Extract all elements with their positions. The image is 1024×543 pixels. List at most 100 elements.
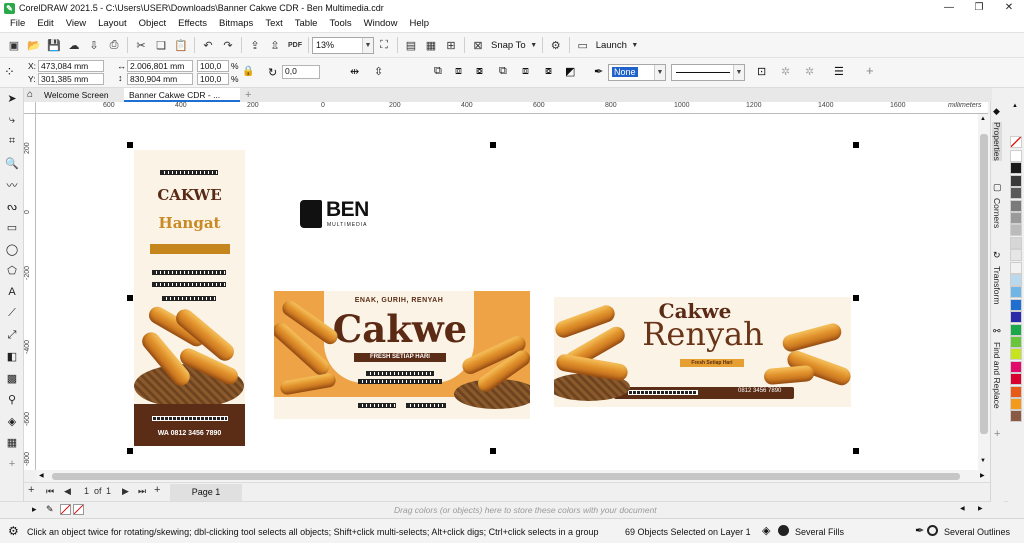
color-swatch[interactable] bbox=[1010, 224, 1022, 237]
outline-pen-icon[interactable]: ✒ bbox=[594, 65, 603, 78]
color-swatch[interactable] bbox=[1010, 311, 1022, 324]
launch-icon[interactable]: ▭ bbox=[573, 35, 593, 55]
menu-view[interactable]: View bbox=[60, 16, 92, 32]
combine-icon[interactable]: ⧉ bbox=[499, 65, 507, 78]
selection-handle[interactable] bbox=[853, 448, 859, 454]
scroll-up-icon[interactable]: ▲ bbox=[980, 116, 986, 122]
horizontal-scroll-thumb[interactable] bbox=[52, 473, 960, 480]
x-position-field[interactable]: 473,084 mm bbox=[38, 60, 104, 72]
new-document-icon[interactable]: ▣ bbox=[4, 35, 24, 55]
color-swatch[interactable] bbox=[1010, 261, 1022, 274]
redo-icon[interactable]: ↷ bbox=[218, 35, 238, 55]
print-icon[interactable]: ⎙ bbox=[104, 35, 124, 55]
save-icon[interactable]: 💾 bbox=[44, 35, 64, 55]
color-swatch[interactable] bbox=[1010, 212, 1022, 224]
ben-multimedia-logo[interactable]: BEN MULTIMEDIA bbox=[300, 198, 392, 232]
color-swatch[interactable] bbox=[1010, 410, 1022, 423]
weld-icon[interactable]: ⧇ bbox=[545, 65, 552, 78]
first-page-icon[interactable]: ⏮ bbox=[46, 486, 54, 497]
undo-icon[interactable]: ↶ bbox=[198, 35, 218, 55]
menu-object[interactable]: Object bbox=[133, 16, 172, 32]
last-page-icon[interactable]: ⏭ bbox=[138, 486, 146, 497]
docker-tab-find-replace[interactable]: Find and Replace bbox=[992, 342, 1002, 409]
scroll-right-icon[interactable]: ▶ bbox=[980, 472, 985, 479]
color-swatch-none[interactable] bbox=[1010, 136, 1022, 148]
open-folder-icon[interactable]: 📂 bbox=[24, 35, 44, 55]
connector-tool-icon[interactable]: ⤢ bbox=[0, 325, 24, 347]
cakwe-banner-two[interactable]: Cakwe Renyah Fresh Setiap Hari 0812 3456… bbox=[554, 297, 851, 407]
shape-tool-icon[interactable]: ⤷ bbox=[0, 110, 24, 132]
page-tab-1[interactable]: Page 1 bbox=[170, 484, 242, 501]
horizontal-ruler[interactable]: 600 400 200 0 200 400 600 800 1000 1200 … bbox=[36, 102, 988, 114]
fill-icon[interactable]: ◈ bbox=[762, 524, 770, 537]
menu-layout[interactable]: Layout bbox=[92, 16, 133, 32]
full-screen-icon[interactable]: ▤ bbox=[401, 35, 421, 55]
zoom-level-combo[interactable]: 13% ▼ bbox=[312, 36, 374, 54]
zoom-tool-icon[interactable]: 🔍 bbox=[0, 153, 24, 175]
eyedropper-icon[interactable]: ✎ bbox=[46, 504, 54, 515]
cloud-download-icon[interactable]: ⇩ bbox=[84, 35, 104, 55]
color-swatch[interactable] bbox=[1010, 162, 1022, 175]
status-settings-icon[interactable]: ⚙ bbox=[8, 524, 19, 538]
import-icon[interactable]: ⇪ bbox=[245, 35, 265, 55]
launch-button[interactable]: Launch bbox=[593, 40, 630, 51]
color-swatch[interactable] bbox=[1010, 298, 1022, 311]
selection-handle[interactable] bbox=[127, 142, 133, 148]
docker-tab-transform[interactable]: Transform bbox=[992, 266, 1002, 304]
menu-tools[interactable]: Tools bbox=[323, 16, 357, 32]
group-icon[interactable]: ⧉ bbox=[434, 65, 442, 78]
horizontal-scrollbar[interactable]: ◀ ▶ bbox=[36, 470, 990, 482]
tab-welcome-screen[interactable]: Welcome Screen bbox=[26, 88, 122, 102]
minimize-button[interactable]: — bbox=[934, 0, 964, 16]
scroll-left-icon[interactable]: ◀ bbox=[960, 505, 965, 512]
scale-height-field[interactable]: 100,0 bbox=[197, 73, 229, 85]
export-icon[interactable]: ⇫ bbox=[265, 35, 285, 55]
menu-edit[interactable]: Edit bbox=[31, 16, 59, 32]
ungroup-icon[interactable]: ⧈ bbox=[455, 65, 462, 78]
freehand-tool-icon[interactable]: 〰 bbox=[0, 174, 24, 196]
chevron-down-icon[interactable]: ▼ bbox=[362, 37, 373, 53]
menu-window[interactable]: Window bbox=[358, 16, 404, 32]
object-origin-icon[interactable]: ⁘ bbox=[4, 64, 15, 80]
paste-icon[interactable]: 📋 bbox=[171, 35, 191, 55]
mirror-horizontal-icon[interactable]: ⇹ bbox=[350, 65, 359, 78]
vertical-ruler[interactable]: 200 0 -200 -400 -600 -800 bbox=[24, 114, 36, 470]
tab-banner-cakwe[interactable]: Banner Cakwe CDR - ... bbox=[124, 88, 240, 102]
previous-page-icon[interactable]: ◀ bbox=[64, 486, 71, 497]
color-swatch[interactable] bbox=[1010, 150, 1022, 162]
copy-icon[interactable]: ❏ bbox=[151, 35, 171, 55]
chevron-down-icon[interactable]: ▼ bbox=[529, 35, 539, 55]
selection-handle[interactable] bbox=[853, 295, 859, 301]
color-swatch[interactable] bbox=[1010, 398, 1022, 410]
color-swatch[interactable] bbox=[1010, 286, 1022, 299]
color-swatch[interactable] bbox=[1010, 236, 1022, 249]
color-swatch[interactable] bbox=[1010, 174, 1022, 187]
selection-handle[interactable] bbox=[127, 295, 133, 301]
color-swatch[interactable] bbox=[1010, 274, 1022, 286]
color-swatch[interactable] bbox=[1010, 373, 1022, 386]
chevron-down-icon[interactable]: ▼ bbox=[733, 65, 744, 80]
width-field[interactable]: 2.006,801 mm bbox=[127, 60, 193, 72]
show-guides-icon[interactable]: ⊞ bbox=[441, 35, 461, 55]
restore-button[interactable]: ❐ bbox=[964, 0, 994, 16]
smart-fill-icon[interactable]: ▦ bbox=[0, 432, 24, 454]
cakwe-banner-one[interactable]: ENAK, GURIH, RENYAH Cakwe FRESH SETIAP H… bbox=[274, 291, 530, 419]
crop-tool-icon[interactable]: ⌗ bbox=[0, 131, 24, 153]
rotation-field[interactable]: 0,0 bbox=[282, 65, 320, 79]
quick-trace-icon[interactable]: ✲ bbox=[781, 65, 790, 78]
close-button[interactable]: ✕ bbox=[994, 0, 1024, 16]
docker-tab-corners[interactable]: Corners bbox=[992, 198, 1002, 228]
trim-icon[interactable]: ◩ bbox=[565, 65, 575, 78]
show-grid-icon[interactable]: ▦ bbox=[421, 35, 441, 55]
no-color-swatch[interactable] bbox=[73, 504, 84, 515]
snap-to-button[interactable]: Snap To bbox=[488, 40, 529, 51]
menu-effects[interactable]: Effects bbox=[172, 16, 213, 32]
outline-pen-icon[interactable]: ✒ bbox=[915, 524, 924, 537]
menu-table[interactable]: Table bbox=[289, 16, 324, 32]
scroll-down-icon[interactable]: ▼ bbox=[980, 458, 986, 464]
scroll-left-icon[interactable]: ◀ bbox=[39, 472, 44, 479]
properties-icon[interactable]: ◆ bbox=[993, 106, 1000, 117]
break-apart-icon[interactable]: ⧈ bbox=[522, 65, 529, 78]
cloud-upload-icon[interactable]: ☁ bbox=[64, 35, 84, 55]
add-page-end-icon[interactable]: + bbox=[154, 484, 160, 496]
